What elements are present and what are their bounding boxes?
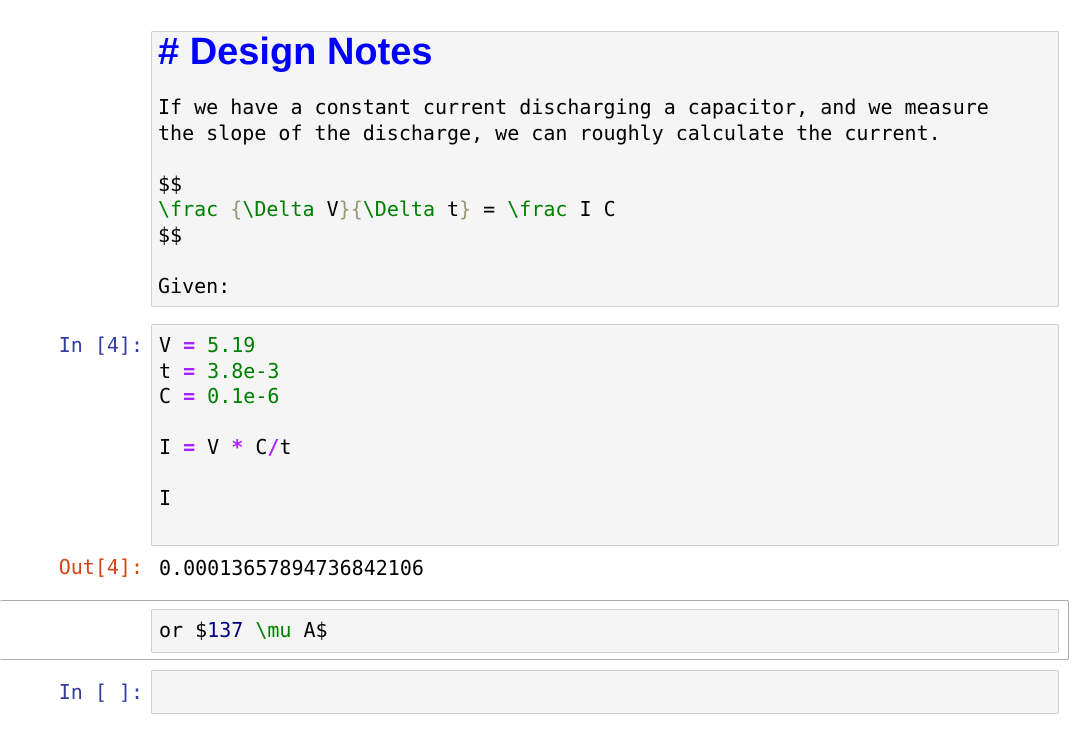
latex-command: \mu (255, 618, 292, 642)
markdown-cell-result[interactable]: or $137 \mu A$ (0, 609, 1076, 653)
md-text (243, 618, 255, 642)
input-prompt: In [ ]: (58, 680, 143, 704)
md-number: 137 (207, 618, 244, 642)
latex-command: \Delta (362, 197, 435, 221)
code-operator: = (183, 435, 196, 459)
markdown-editor[interactable]: or $137 \mu A$ (151, 609, 1059, 653)
math-text: V (314, 197, 339, 221)
markdown-line: or $137 \mu A$ (159, 618, 1058, 644)
code-operator: = (183, 358, 196, 383)
markdown-cell-design-notes[interactable]: # Design Notes If we have a constant cur… (0, 31, 1076, 307)
code-editor[interactable] (151, 670, 1059, 714)
math-text: = (471, 197, 508, 221)
code-var: V (159, 333, 184, 357)
output-prompt: Out[4]: (58, 555, 143, 579)
code-operator: = (183, 384, 196, 408)
math-text: I C (567, 197, 616, 221)
math-equation: \frac {\Delta V}{\Delta t} = \frac I C (158, 197, 1058, 223)
code-operator: * (231, 435, 244, 459)
given-text: Given: (158, 273, 231, 298)
code-line: C = 0.1e-6 (159, 384, 1058, 410)
math-text: t (435, 197, 460, 221)
paragraph-line: If we have a constant current dischargin… (158, 95, 989, 119)
latex-brace: } (459, 197, 472, 221)
code-var: t (279, 435, 292, 459)
latex-command: \Delta (242, 197, 315, 221)
code-var: t (159, 358, 184, 383)
code-line: t = 3.8e-3 (159, 359, 1058, 385)
code-cell-empty[interactable]: In [ ]: (0, 670, 1076, 714)
code-var: V (195, 435, 232, 459)
code-line: I = V * C/t (159, 435, 1058, 461)
input-prompt: In [4]: (58, 333, 143, 357)
code-line: I (159, 486, 172, 510)
output-value[interactable]: 0.00013657894736842106 (159, 556, 424, 582)
code-number: 0.1e-6 (195, 384, 280, 408)
latex-command: \frac (507, 197, 568, 221)
latex-command: \frac (158, 197, 219, 221)
code-var: C (243, 435, 268, 459)
code-var: I (159, 435, 184, 459)
markdown-editor[interactable]: # Design Notes If we have a constant cur… (151, 31, 1059, 307)
code-var: C (159, 384, 184, 408)
math-delimiter-close: $$ (158, 222, 183, 247)
code-number: 5.19 (195, 333, 256, 357)
code-number: 3.8e-3 (195, 358, 280, 383)
code-cell-4[interactable]: In [4]: V = 5.19 t = 3.8e-3 C = 0.1e-6 I… (0, 324, 1076, 546)
md-text: or $ (159, 618, 208, 642)
markdown-heading: # Design Notes (158, 31, 433, 73)
latex-brace: { (230, 197, 243, 221)
output-area-4: Out[4]: 0.00013657894736842106 (0, 555, 1076, 585)
md-text: A$ (291, 618, 328, 642)
math-delimiter-open: $$ (158, 171, 183, 196)
code-line: V = 5.19 (159, 333, 1058, 359)
latex-brace: }{ (338, 197, 363, 221)
paragraph-line: the slope of the discharge, we can rough… (158, 120, 941, 145)
code-operator: = (183, 333, 196, 357)
code-editor[interactable]: V = 5.19 t = 3.8e-3 C = 0.1e-6 I = V * C… (151, 324, 1059, 546)
code-operator: / (267, 435, 280, 459)
